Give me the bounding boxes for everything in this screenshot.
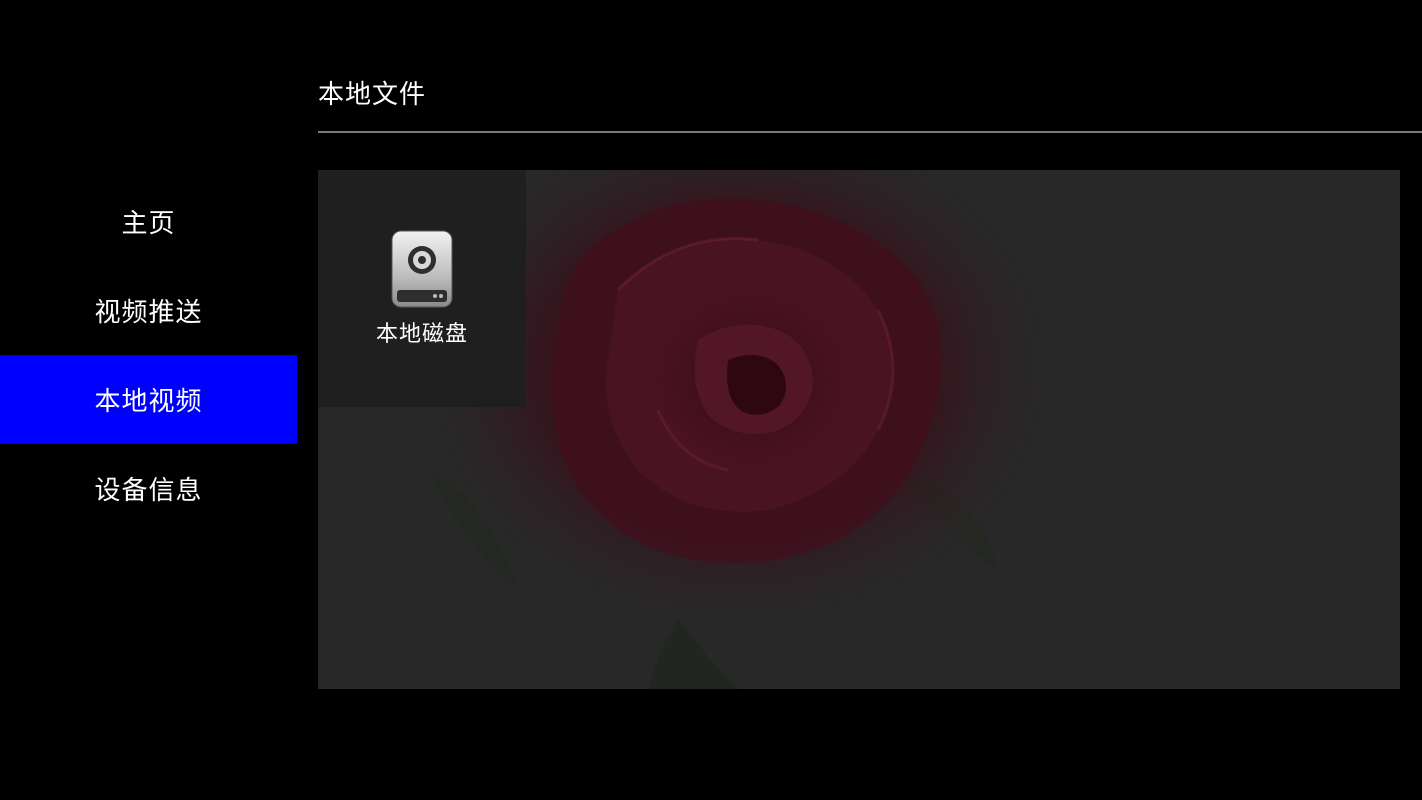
content-panel: 本地磁盘 <box>318 170 1400 689</box>
hard-disk-icon <box>391 230 453 308</box>
sidebar-item-home[interactable]: 主页 <box>0 177 297 266</box>
tile-label: 本地磁盘 <box>375 322 468 347</box>
page-title: 本地文件 <box>318 80 427 110</box>
app-root: 主页 视频推送 本地视频 设备信息 本地文件 本地磁盘 <box>0 0 1422 800</box>
sidebar-item-label: 本地视频 <box>94 387 203 417</box>
sidebar: 主页 视频推送 本地视频 设备信息 <box>0 0 297 800</box>
sidebar-item-local-video[interactable]: 本地视频 <box>0 355 297 444</box>
sidebar-item-label: 视频推送 <box>94 298 203 328</box>
sidebar-item-video-push[interactable]: 视频推送 <box>0 266 297 355</box>
sidebar-item-label: 主页 <box>121 209 176 239</box>
header-divider <box>318 131 1422 133</box>
local-disk-tile[interactable]: 本地磁盘 <box>318 170 526 407</box>
sidebar-item-device-info[interactable]: 设备信息 <box>0 444 297 533</box>
sidebar-item-label: 设备信息 <box>94 476 203 506</box>
